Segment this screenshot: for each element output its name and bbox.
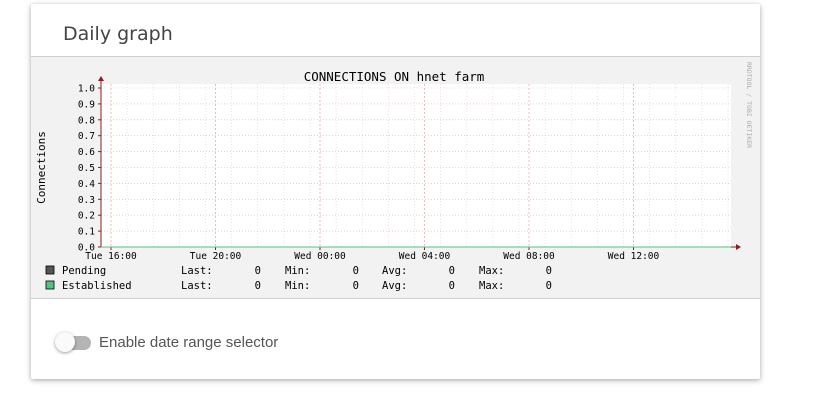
date-range-toggle[interactable]: [55, 331, 91, 353]
legend-swatch: [45, 265, 55, 275]
legend-stat-value: 0: [255, 265, 261, 277]
x-tick-label: Wed 12:00: [608, 251, 660, 262]
legend-stat-label: Avg:: [382, 280, 407, 292]
legend-stat-label: Min:: [285, 265, 310, 277]
x-tick-label: Wed 00:00: [294, 251, 346, 262]
y-tick-label: 0.8: [78, 115, 95, 126]
legend-stat-value: 0: [546, 265, 552, 277]
panel-title: Daily graph: [63, 23, 173, 45]
legend-stat-value: 0: [546, 280, 552, 292]
y-tick-label: 0.9: [78, 99, 95, 110]
legend-stat-label: Max:: [479, 280, 504, 292]
x-tick-label: Wed 08:00: [503, 251, 555, 262]
legend-series-name: Established: [62, 280, 132, 292]
connections-graph-svg: 1.00.90.80.70.60.50.40.30.20.10.0Tue 16:…: [35, 62, 753, 292]
y-tick-label: 0.6: [78, 147, 95, 158]
legend-stat-label: Last:: [181, 280, 213, 292]
y-tick-label: 0.2: [78, 211, 95, 222]
rrd-graph: 1.0 0.9 0.8 0.7 0.6 0.5 0.4 0.3 0.2 0.1 0.0 Tue 16:…: [31, 56, 760, 299]
y-axis-arrow: [98, 76, 104, 81]
legend-stat-label: Last:: [181, 265, 213, 277]
legend-stat-label: Min:: [285, 280, 310, 292]
x-tick-label: Wed 04:00: [399, 251, 451, 262]
x-tick-label: Tue 16:00: [85, 251, 137, 262]
x-axis-arrow: [736, 244, 741, 250]
y-tick-label: 0.3: [78, 195, 95, 206]
x-tick-label: Tue 20:00: [190, 251, 242, 262]
legend-swatch: [45, 280, 55, 290]
y-tick-label: 0.7: [78, 131, 95, 142]
legend-stat-value: 0: [353, 280, 359, 292]
plot-area: [101, 84, 731, 247]
y-tick-label: 0.5: [78, 163, 95, 174]
date-range-toggle-row[interactable]: Enable date range selector: [55, 331, 278, 353]
y-tick-label: 0.1: [78, 227, 95, 238]
daily-graph-panel: Daily graph 1.0 0.9 0.8 0.7 0.6 0.5 0.4 0.3 0.2 0…: [31, 4, 760, 379]
legend-stat-value: 0: [449, 280, 455, 292]
toggle-knob[interactable]: [55, 332, 75, 352]
legend-stat-value: 0: [255, 280, 261, 292]
legend-stat-value: 0: [449, 265, 455, 277]
graph-title: CONNECTIONS ON hnet farm: [304, 69, 485, 84]
legend-stat-label: Max:: [479, 265, 504, 277]
y-axis-label: Connections: [35, 131, 48, 204]
y-tick-label: 1.0: [78, 84, 95, 95]
date-range-toggle-label: Enable date range selector: [99, 333, 279, 351]
legend-series-name: Pending: [62, 265, 106, 277]
rrdtool-watermark: RRDTOOL / TOBI OETIKER: [745, 62, 753, 148]
legend-stat-label: Avg:: [382, 265, 407, 277]
legend-stat-value: 0: [353, 265, 359, 277]
y-tick-label: 0.4: [78, 179, 95, 190]
